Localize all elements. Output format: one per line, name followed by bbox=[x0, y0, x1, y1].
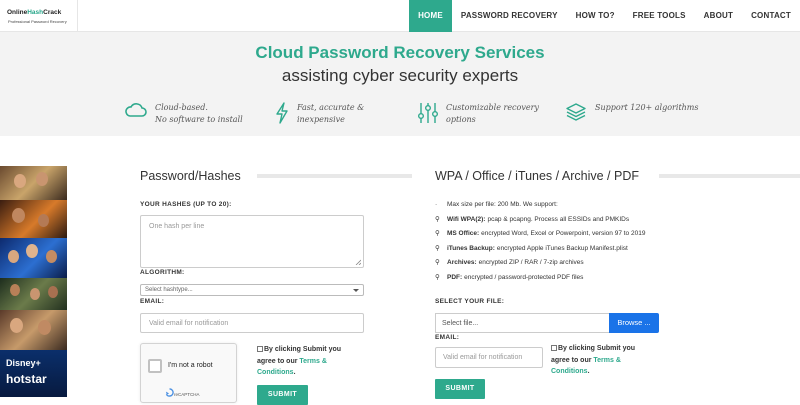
ad-poster bbox=[0, 310, 67, 350]
feature-algorithms: Support 120+ algorithms bbox=[565, 102, 699, 122]
logo-tagline: Professional Password Recovery bbox=[8, 19, 67, 24]
hero-subtitle: assisting cyber security experts bbox=[281, 66, 519, 85]
list-item-text: encrypted / password-protected PDF files bbox=[464, 273, 584, 281]
site-logo[interactable]: OnlineHashCrack Professional Password Re… bbox=[0, 0, 78, 31]
algorithm-select[interactable]: Select hashtype... bbox=[140, 284, 364, 296]
list-item-text: Max size per file: 200 Mb. We support: bbox=[447, 201, 558, 208]
list-item: · Max size per file: 200 Mb. We support: bbox=[435, 201, 645, 216]
feature-text-line: Fast, accurate & bbox=[297, 103, 365, 112]
list-item: ⚲ MS Office: encrypted Word, Excel or Powe… bbox=[435, 230, 645, 245]
list-item: ⚲ iTunes Backup: encrypted Apple iTunes Ba… bbox=[435, 245, 645, 260]
recaptcha-widget: I'm not a robot reCAPTCHA bbox=[140, 343, 237, 403]
title-divider bbox=[659, 174, 800, 178]
recaptcha-text: I'm not a robot bbox=[168, 362, 213, 369]
lightbulb-icon: ⚲ bbox=[435, 259, 440, 266]
hashes-terms-agreement: By clicking Submit you agree to our Term… bbox=[257, 344, 357, 379]
hashes-textarea[interactable]: One hash per line bbox=[140, 215, 364, 268]
hashes-section-title: Password/Hashes bbox=[140, 169, 241, 183]
email-placeholder: Valid email for notification bbox=[443, 354, 523, 361]
list-item-bold: PDF: bbox=[447, 273, 463, 281]
ad-brand-top: Disney+ bbox=[6, 358, 41, 368]
supported-formats-list: · Max size per file: 200 Mb. We support: … bbox=[435, 201, 645, 288]
ad-poster bbox=[0, 200, 67, 238]
lightbulb-icon: ⚲ bbox=[435, 215, 440, 223]
sliders-icon bbox=[418, 103, 438, 123]
terms-suffix: . bbox=[587, 368, 590, 375]
chevron-down-icon bbox=[353, 289, 359, 292]
list-item: ⚲ PDF: encrypted / password-protected PDF … bbox=[435, 274, 645, 289]
hashes-submit-button[interactable]: SUBMIT bbox=[257, 385, 308, 405]
nav-free-tools[interactable]: FREE TOOLS bbox=[624, 0, 695, 32]
lightbulb-icon: ⚲ bbox=[435, 230, 440, 237]
wpa-email-label: EMAIL: bbox=[435, 334, 460, 341]
list-item-bold: Wifi WPA(2): bbox=[447, 215, 486, 223]
top-navbar: OnlineHashCrack Professional Password Re… bbox=[0, 0, 800, 32]
list-item-bold: MS Office: bbox=[447, 230, 480, 237]
resize-handle-icon[interactable] bbox=[355, 259, 361, 265]
algorithm-placeholder: Select hashtype... bbox=[145, 287, 193, 293]
recaptcha-checkbox[interactable] bbox=[148, 359, 162, 373]
file-input[interactable]: Select file... bbox=[435, 313, 610, 333]
terms-checkbox[interactable] bbox=[551, 345, 557, 351]
hashes-email-input[interactable]: Valid email for notification bbox=[140, 313, 364, 333]
email-label: EMAIL: bbox=[140, 298, 165, 305]
hero-banner: Cloud Password Recovery Services assisti… bbox=[0, 32, 800, 136]
ad-poster bbox=[0, 166, 67, 200]
nav-password-recovery[interactable]: PASSWORD RECOVERY bbox=[452, 0, 567, 32]
terms-checkbox[interactable] bbox=[257, 346, 263, 352]
feature-text-line: inexpensive bbox=[297, 115, 345, 124]
feature-text-line: Customizable recovery bbox=[446, 103, 539, 112]
wpa-email-input[interactable]: Valid email for notification bbox=[435, 347, 543, 368]
feature-cloud: Cloud-based. No software to install bbox=[125, 102, 243, 126]
bullet-icon: · bbox=[435, 201, 438, 208]
feature-text-line: Cloud-based. bbox=[155, 103, 208, 112]
feature-text-line: Support 120+ algorithms bbox=[595, 103, 699, 112]
title-divider bbox=[257, 174, 412, 178]
lightbulb-icon: ⚲ bbox=[435, 244, 440, 252]
list-item-bold: iTunes Backup: bbox=[447, 244, 495, 252]
wpa-terms-agreement: By clicking Submit you agree to our Term… bbox=[551, 343, 651, 378]
terms-suffix: . bbox=[293, 369, 296, 376]
hashes-placeholder: One hash per line bbox=[149, 223, 205, 230]
ad-poster bbox=[0, 238, 67, 278]
hashes-label: YOUR HASHES (UP TO 20): bbox=[140, 201, 232, 208]
nav-home[interactable]: HOME bbox=[409, 0, 452, 32]
list-item-text: pcap & pcapng. Process all ESSIDs and PM… bbox=[487, 215, 630, 223]
layers-icon bbox=[566, 103, 586, 121]
ad-brand-bottom: hotstar bbox=[6, 372, 47, 386]
nav-about[interactable]: ABOUT bbox=[695, 0, 742, 32]
hero-title: Cloud Password Recovery Services bbox=[255, 43, 545, 62]
nav-how-to[interactable]: HOW TO? bbox=[567, 0, 624, 32]
list-item: ⚲ Archives: encrypted ZIP / RAR / 7-zip ar… bbox=[435, 259, 645, 274]
file-placeholder: Select file... bbox=[442, 320, 479, 327]
wpa-submit-button[interactable]: SUBMIT bbox=[435, 379, 485, 399]
logo-wordmark: OnlineHashCrack bbox=[7, 9, 62, 16]
file-label: SELECT YOUR FILE: bbox=[435, 298, 505, 305]
recaptcha-brand: reCAPTCHA bbox=[174, 392, 200, 397]
feature-custom: Customizable recovery options bbox=[418, 102, 539, 126]
lightbulb-icon: ⚲ bbox=[435, 273, 440, 281]
recaptcha-logo-icon bbox=[165, 388, 174, 397]
feature-text-line: No software to install bbox=[155, 115, 243, 124]
ad-poster bbox=[0, 278, 67, 310]
list-item-text: encrypted ZIP / RAR / 7-zip archives bbox=[478, 259, 584, 266]
list-item-bold: Archives: bbox=[447, 259, 477, 266]
list-item-text: encrypted Word, Excel or Powerpoint, ver… bbox=[481, 230, 646, 237]
cloud-icon bbox=[125, 103, 147, 117]
ad-poster: Disney+ hotstar bbox=[0, 350, 67, 397]
list-item-text: encrypted Apple iTunes Backup Manifest.p… bbox=[496, 244, 628, 252]
email-placeholder: Valid email for notification bbox=[149, 320, 229, 327]
lightning-icon bbox=[276, 102, 288, 124]
algorithm-label: ALGORITHM: bbox=[140, 269, 185, 276]
ad-banner[interactable]: Disney+ hotstar bbox=[0, 166, 67, 397]
browse-button[interactable]: Browse ... bbox=[609, 313, 659, 333]
feature-text-line: options bbox=[446, 115, 476, 124]
wpa-section-title: WPA / Office / iTunes / Archive / PDF bbox=[435, 169, 639, 183]
nav-contact[interactable]: CONTACT bbox=[742, 0, 800, 32]
main-menu: HOME PASSWORD RECOVERY HOW TO? FREE TOOL… bbox=[409, 0, 800, 32]
feature-fast: Fast, accurate & inexpensive bbox=[275, 102, 364, 126]
list-item: ⚲ Wifi WPA(2): pcap & pcapng. Process all … bbox=[435, 216, 645, 231]
